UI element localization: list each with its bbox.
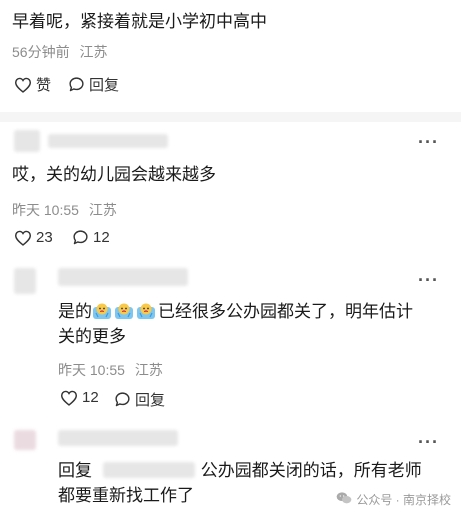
wechat-icon [336, 491, 352, 508]
reply-label: 回复 [89, 77, 120, 94]
more-options-button[interactable]: ··· [418, 432, 439, 453]
reply-button[interactable]: 回复 [114, 389, 165, 410]
comment-bubble-icon [114, 391, 131, 408]
heart-icon [14, 77, 32, 93]
comment-location: 江苏 [88, 202, 117, 218]
like-button[interactable]: 12 [60, 389, 99, 406]
mentioned-user-redacted[interactable] [102, 462, 195, 478]
crying-face-icon [92, 302, 112, 320]
like-count: 12 [82, 389, 99, 406]
comment-meta: 56分钟前 江苏 [12, 42, 107, 62]
comment-text: 是的 已经很多公办园都关了，明年估计 [58, 299, 413, 324]
avatar [14, 430, 36, 450]
avatar [14, 130, 40, 152]
section-divider [0, 112, 461, 122]
comment-location: 江苏 [134, 362, 163, 378]
heart-icon [60, 390, 78, 406]
comment-time: 昨天 10:55 [58, 362, 125, 378]
reply-count: 12 [93, 229, 110, 246]
comment-location: 江苏 [79, 44, 108, 60]
like-count: 23 [36, 229, 53, 246]
comment-meta: 昨天 10:55 江苏 [12, 200, 117, 220]
more-options-button[interactable]: ··· [418, 132, 439, 153]
reply-label: 回复 [135, 392, 166, 409]
like-button[interactable]: 赞 [14, 74, 51, 95]
username-redacted [58, 268, 188, 286]
comment-text-line2: 关的更多 [58, 327, 126, 346]
like-label: 赞 [36, 77, 52, 94]
watermark: 公众号 · 南京择校 [336, 491, 451, 508]
username-redacted [58, 430, 178, 446]
more-options-button[interactable]: ··· [418, 270, 439, 291]
comment-time: 56分钟前 [12, 44, 70, 60]
avatar [14, 268, 36, 294]
comment-text-body: 已经很多公办园都关了，明年估计 [158, 302, 413, 321]
comment-bubble-icon [68, 76, 85, 93]
heart-icon [14, 230, 32, 246]
comment-text: 回复 公办园都关闭的话，所有老师 [58, 458, 422, 483]
comment-text-line2: 都要重新找工作了 [58, 486, 194, 505]
comment-time: 昨天 10:55 [12, 202, 79, 218]
reply-button[interactable]: 回复 [68, 74, 119, 95]
comment-text: 哎，关的幼儿园会越来越多 [12, 165, 216, 184]
comment-text-prefix: 是的 [58, 302, 92, 321]
crying-face-icon [136, 302, 156, 320]
crying-face-icon [114, 302, 134, 320]
like-button[interactable]: 23 [14, 229, 53, 246]
comment-meta: 昨天 10:55 江苏 [58, 360, 163, 380]
reply-prefix: 回复 [58, 461, 92, 480]
comment-bubble-icon [72, 229, 89, 246]
username-redacted [48, 134, 168, 148]
watermark-text: 公众号 · 南京择校 [356, 493, 451, 507]
comment-text-body: 公办园都关闭的话，所有老师 [200, 461, 422, 480]
reply-button[interactable]: 12 [72, 229, 110, 246]
comment-text: 早着呢，紧接着就是小学初中高中 [12, 12, 267, 31]
